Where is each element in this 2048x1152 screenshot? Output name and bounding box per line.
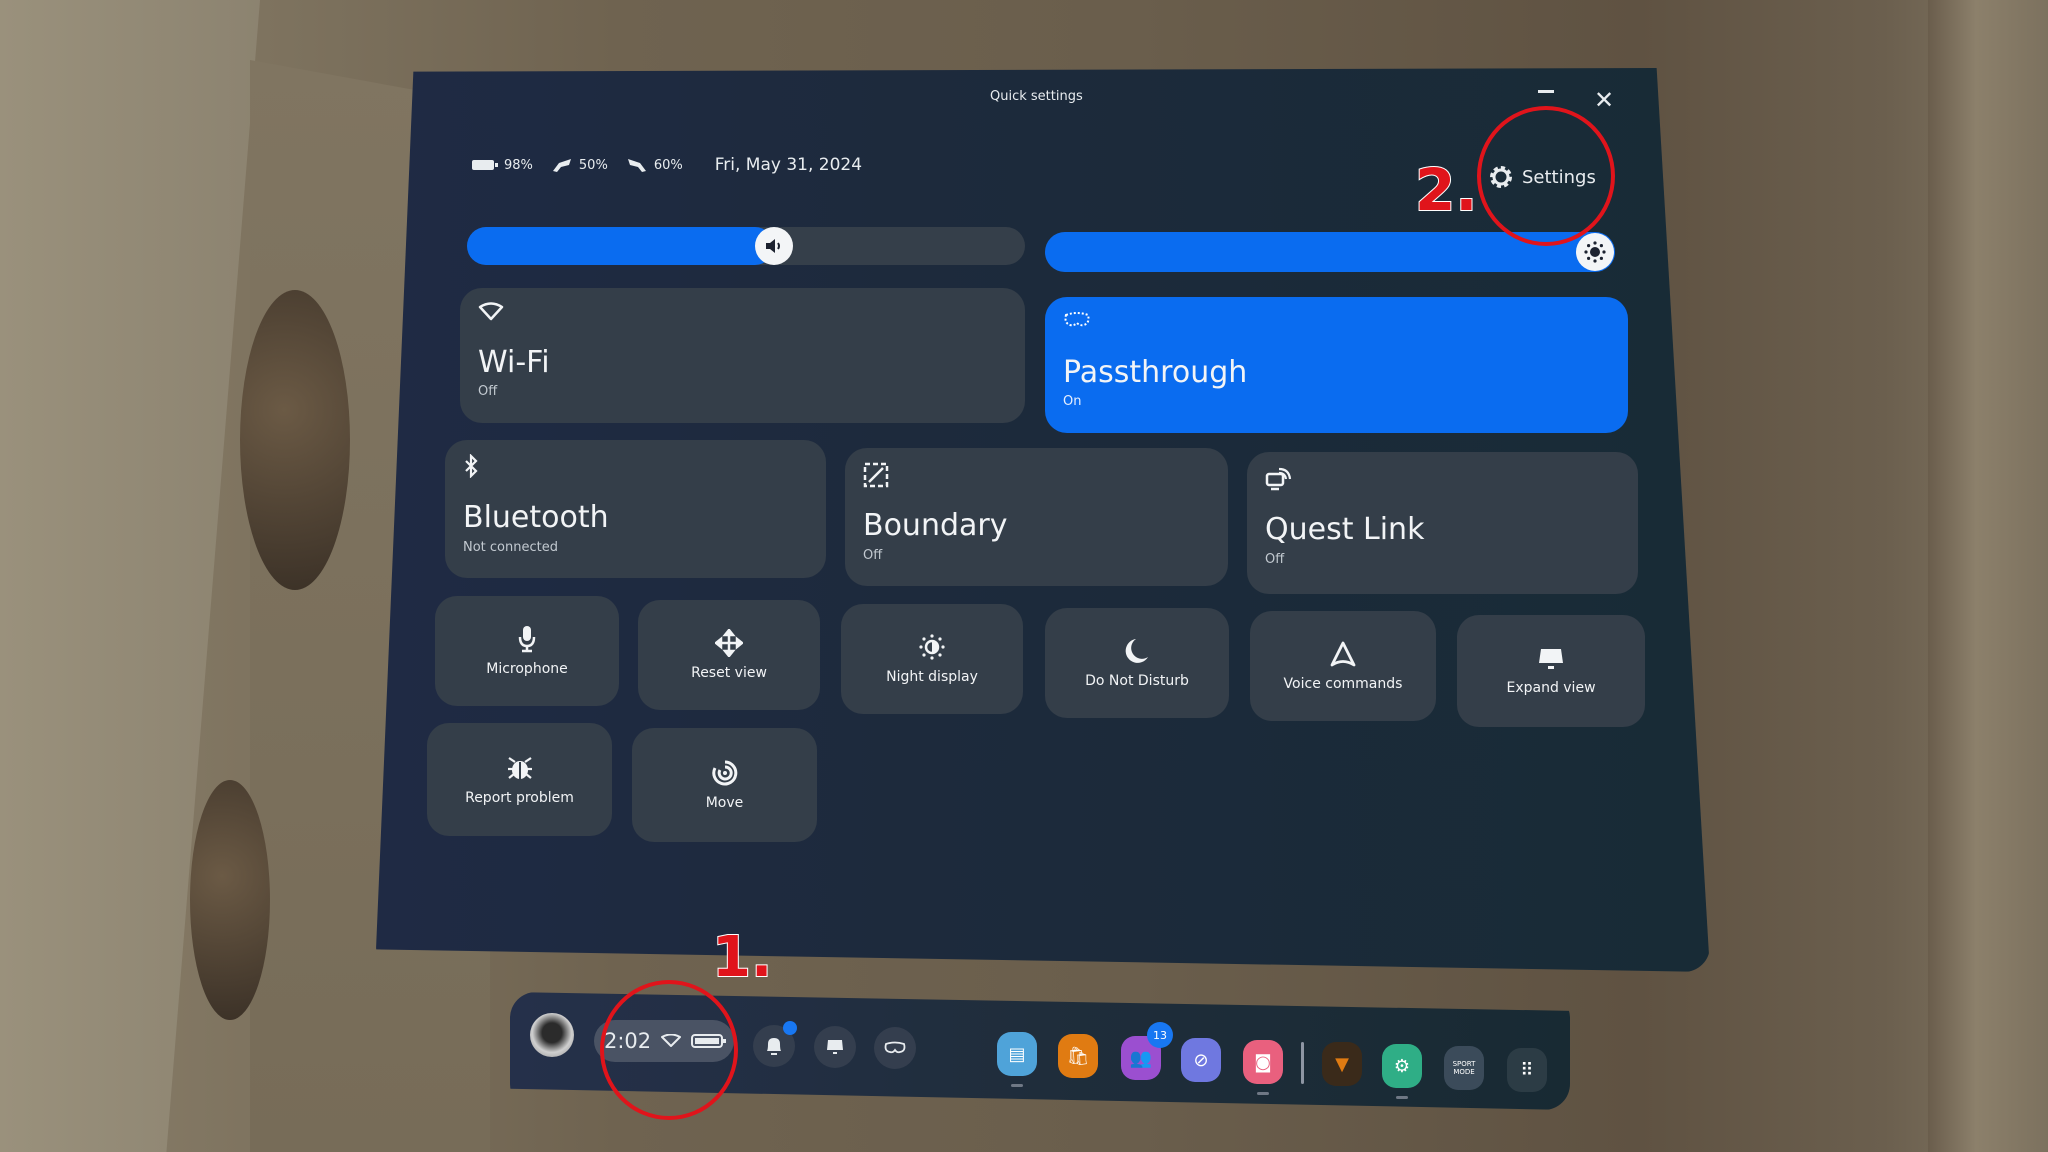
running-indicator xyxy=(1011,1084,1023,1087)
notification-dot xyxy=(783,1021,797,1035)
library-icon: ▤ xyxy=(1008,1043,1026,1065)
night-display-icon xyxy=(919,634,945,660)
volume-slider-thumb[interactable] xyxy=(754,227,793,265)
date-label: Fri, May 31, 2024 xyxy=(714,155,863,175)
close-icon: ✕ xyxy=(1594,86,1615,114)
battery-icon xyxy=(472,160,498,170)
app-camera[interactable]: ◙ xyxy=(1243,1040,1283,1084)
app-people[interactable]: 👥 13 xyxy=(1121,1022,1173,1080)
quest-link-status: Off xyxy=(1265,552,1285,567)
bell-icon xyxy=(767,1038,781,1055)
voice-commands-tile[interactable]: Voice commands xyxy=(1250,611,1436,721)
right-controller-icon xyxy=(627,159,646,172)
expand-view-button[interactable] xyxy=(814,1026,856,1068)
notification-badge: 13 xyxy=(1147,1022,1173,1048)
do-not-disturb-tile[interactable]: Do Not Disturb xyxy=(1045,608,1229,718)
boundary-tile[interactable]: Boundary Off xyxy=(845,448,1228,586)
background-curtain xyxy=(1928,0,2048,1152)
app-app-library[interactable]: ▤ xyxy=(997,1032,1037,1076)
window-title: Quick settings xyxy=(990,89,1083,104)
passthrough-icon xyxy=(1064,312,1090,327)
passthrough-label: Passthrough xyxy=(1063,355,1248,390)
expand-view-icon xyxy=(1539,649,1563,669)
running-indicator xyxy=(1257,1092,1269,1095)
app-all-apps[interactable]: ⠿ xyxy=(1507,1048,1547,1092)
store-icon: 🛍 xyxy=(1066,1045,1090,1067)
app-sport-mode[interactable]: SPORT MODE xyxy=(1444,1046,1484,1090)
bluetooth-status: Not connected xyxy=(463,540,558,555)
left-controller-icon xyxy=(552,159,571,172)
app-explore[interactable]: ⊘ xyxy=(1181,1038,1221,1082)
passthrough-status: On xyxy=(1063,394,1082,409)
running-indicator xyxy=(1396,1096,1408,1099)
passthrough-tile[interactable]: Passthrough On xyxy=(1045,297,1628,433)
quest-link-label: Quest Link xyxy=(1265,512,1425,547)
status-row: 98% 50% 60% Fri, May 31, 2024 xyxy=(472,155,862,175)
reset-view-tile[interactable]: Reset view xyxy=(638,600,820,710)
bug-icon xyxy=(507,756,532,779)
notifications-button[interactable] xyxy=(753,1021,797,1067)
quest-link-icon xyxy=(1265,467,1292,491)
expand-view-icon xyxy=(827,1040,843,1054)
expand-view-tile[interactable]: Expand view xyxy=(1457,615,1645,727)
people-icon: 👥 xyxy=(1129,1047,1153,1069)
boundary-label: Boundary xyxy=(863,508,1008,543)
annotation-label-1: 1. xyxy=(711,924,773,991)
background-hat xyxy=(190,780,270,1020)
app-game-triangle[interactable]: ▼ xyxy=(1322,1042,1362,1086)
boundary-icon xyxy=(863,462,889,488)
close-button[interactable]: ✕ xyxy=(1594,88,1614,112)
microphone-icon xyxy=(518,626,536,653)
voice-commands-icon xyxy=(1330,641,1356,667)
app-settings-app[interactable]: ⚙ xyxy=(1382,1044,1422,1088)
volume-slider-fill xyxy=(467,227,774,265)
app-grid-icon: ⠿ xyxy=(1520,1059,1534,1081)
camera-icon: ◙ xyxy=(1254,1051,1272,1073)
move-arrows-icon xyxy=(715,629,743,657)
quest-link-tile[interactable]: Quest Link Off xyxy=(1247,452,1638,594)
annotation-circle-2 xyxy=(1477,106,1615,246)
volume-slider[interactable] xyxy=(467,227,1025,265)
speaker-icon xyxy=(765,239,780,253)
right-controller-battery: 60% xyxy=(626,157,683,173)
gear-app-icon: ⚙ xyxy=(1393,1055,1411,1077)
annotation-circle-1 xyxy=(600,980,738,1120)
wifi-label: Wi-Fi xyxy=(478,345,550,380)
game-icon: ▼ xyxy=(1335,1053,1349,1075)
annotation-label-2: 2. xyxy=(1414,155,1478,225)
moon-icon xyxy=(1125,639,1148,663)
avatar[interactable] xyxy=(530,1013,574,1057)
headset-battery: 98% xyxy=(472,158,533,173)
bluetooth-tile[interactable]: Bluetooth Not connected xyxy=(445,440,826,578)
microphone-tile[interactable]: Microphone xyxy=(435,596,619,706)
app-store[interactable]: 🛍 xyxy=(1058,1034,1098,1078)
explore-icon: ⊘ xyxy=(1193,1049,1209,1071)
passthrough-icon xyxy=(884,1041,906,1054)
report-problem-tile[interactable]: Report problem xyxy=(427,723,612,836)
left-controller-battery: 50% xyxy=(551,157,608,173)
move-icon xyxy=(711,760,737,786)
wifi-tile[interactable]: Wi-Fi Off xyxy=(460,288,1025,423)
minimize-button[interactable] xyxy=(1538,90,1554,93)
night-display-tile[interactable]: Night display xyxy=(841,604,1023,714)
move-tile[interactable]: Move xyxy=(632,728,817,842)
passthrough-button[interactable] xyxy=(874,1027,916,1069)
wifi-icon xyxy=(478,302,504,321)
wifi-status: Off xyxy=(478,384,498,399)
brightness-slider-thumb[interactable] xyxy=(1576,233,1614,271)
bluetooth-icon xyxy=(465,454,478,478)
background-hat xyxy=(240,290,350,590)
sun-icon xyxy=(1584,241,1606,263)
dock-divider xyxy=(1301,1042,1304,1084)
bluetooth-label: Bluetooth xyxy=(463,500,609,535)
boundary-status: Off xyxy=(863,548,883,563)
sport-mode-icon: SPORT MODE xyxy=(1452,1060,1476,1076)
